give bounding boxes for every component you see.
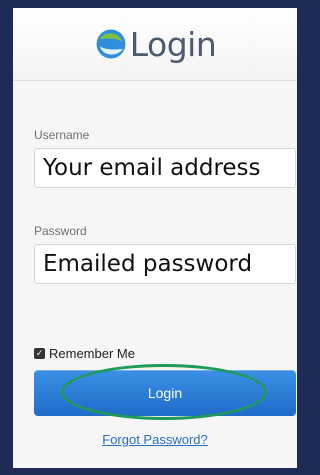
remember-me-row[interactable]: ✓ Remember Me [34, 346, 135, 361]
forgot-password-link[interactable]: Forgot Password? [13, 432, 297, 447]
login-button[interactable]: Login [34, 370, 296, 416]
remember-me-label: Remember Me [49, 346, 135, 361]
username-input[interactable] [34, 148, 296, 188]
password-input[interactable] [34, 244, 296, 284]
login-panel: Login Username Password ✓ Remember Me Lo… [10, 8, 300, 468]
swirl-logo-icon [96, 29, 126, 59]
remember-me-checkbox[interactable]: ✓ [34, 348, 45, 359]
header-bar: Login [13, 8, 297, 81]
username-label: Username [34, 128, 90, 142]
password-label: Password [34, 224, 87, 238]
page-title: Login [129, 24, 217, 64]
